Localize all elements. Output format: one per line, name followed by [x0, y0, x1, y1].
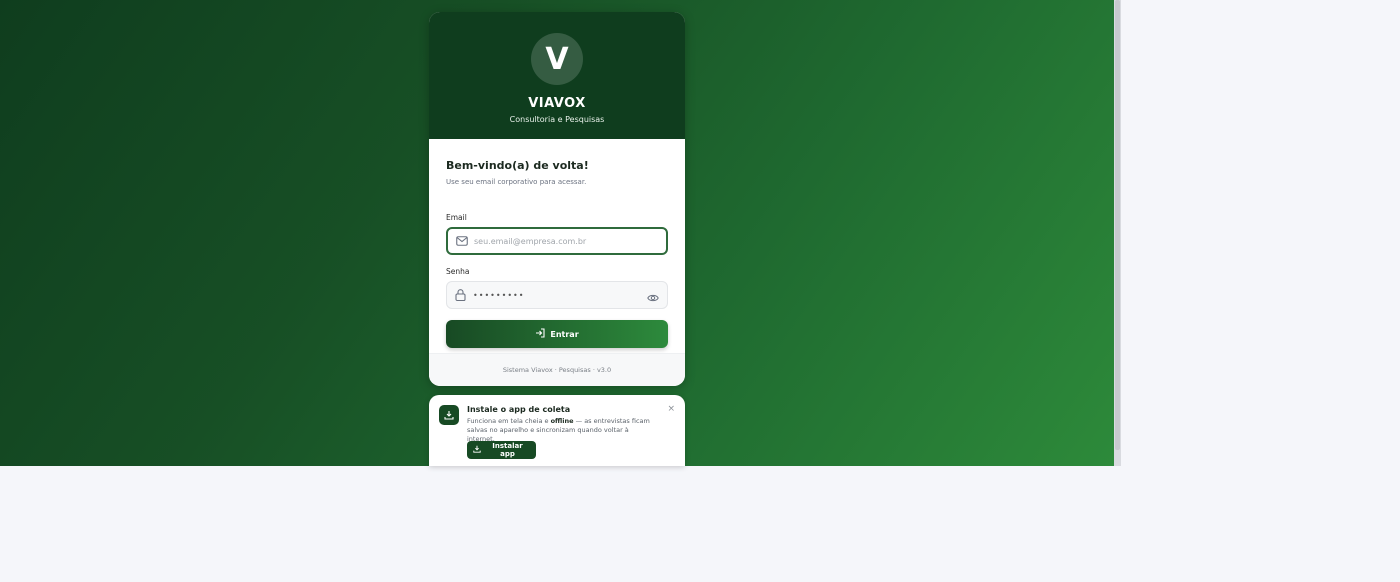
logo-letter: V [545, 41, 569, 77]
install-app-button[interactable]: Instalar app [467, 441, 536, 459]
password-field[interactable]: ••••••••• [446, 281, 668, 309]
welcome-heading: Bem-vindo(a) de volta! [446, 159, 589, 172]
logo: V [531, 33, 583, 85]
lock-icon [455, 289, 467, 301]
scrollbar-thumb[interactable] [1115, 0, 1120, 450]
download-icon [473, 445, 481, 455]
welcome-subtitle: Use seu email corporativo para acessar. [446, 178, 587, 186]
card-footer: Sistema Viavox · Pesquisas · v3.0 [429, 353, 685, 386]
close-icon[interactable]: × [667, 404, 675, 414]
eye-icon[interactable] [647, 289, 659, 302]
login-card: V VIAVOX Consultoria e Pesquisas Bem-vin… [429, 12, 685, 386]
login-button[interactable]: Entrar [446, 320, 668, 348]
login-form: Bem-vindo(a) de volta! Use seu email cor… [446, 159, 668, 348]
install-title: Instale o app de coleta [467, 405, 571, 414]
install-app-label: Instalar app [492, 442, 523, 458]
install-desc-offline: offline [550, 417, 574, 425]
mail-icon [456, 235, 468, 247]
password-value: ••••••••• [473, 290, 525, 300]
brand-tagline: Consultoria e Pesquisas [509, 115, 605, 124]
login-icon [535, 328, 545, 340]
card-header: V VIAVOX Consultoria e Pesquisas [429, 12, 685, 139]
login-button-label: Entrar [550, 329, 579, 339]
email-placeholder: seu.email@empresa.com.br [474, 236, 587, 246]
install-description: Funciona em tela cheia e offline — as en… [467, 417, 657, 444]
email-field[interactable]: seu.email@empresa.com.br [446, 227, 668, 255]
password-label: Senha [446, 267, 470, 276]
install-desc-start: Funciona em tela cheia e [467, 417, 551, 425]
download-icon [439, 405, 459, 425]
brand-name: VIAVOX [528, 96, 586, 111]
install-banner: Instale o app de coleta Funciona em tela… [429, 395, 685, 466]
email-label: Email [446, 213, 467, 222]
